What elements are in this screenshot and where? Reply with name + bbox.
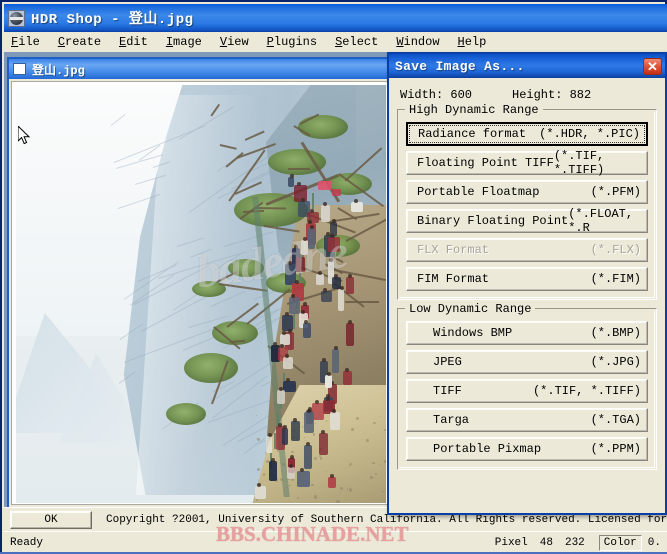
- document-title: 登山.jpg: [32, 63, 85, 78]
- dialog-body: Width: 600 Height: 882 High Dynamic Rang…: [389, 78, 665, 513]
- format-extension: (*.FLX): [590, 243, 641, 257]
- menu-item-create[interactable]: Create: [57, 34, 110, 50]
- image-width-label: Width: 600: [400, 88, 473, 102]
- color-value: 0.: [647, 537, 661, 549]
- menu-bar: File Create Edit Image View Plugins Sele…: [4, 32, 667, 52]
- status-message: Ready: [10, 537, 44, 549]
- menu-item-file[interactable]: File: [10, 34, 49, 50]
- format-name: FLX Format: [417, 243, 490, 257]
- format-button-windows-bmp[interactable]: Windows BMP (*.BMP): [406, 321, 648, 345]
- format-name: Targa: [433, 413, 470, 427]
- format-extension: (*.BMP): [590, 326, 641, 340]
- main-window: HDR Shop - 登山.jpg File Create Edit Image…: [0, 0, 667, 554]
- format-extension: (*.JPG): [590, 355, 641, 369]
- pixel-x-value: 48: [539, 537, 553, 549]
- application-root: HDR Shop - 登山.jpg File Create Edit Image…: [0, 0, 667, 554]
- format-name: Floating Point TIFF: [417, 156, 554, 170]
- color-label: Color: [598, 535, 642, 551]
- image-height-label: Height: 882: [512, 88, 592, 102]
- menu-item-image[interactable]: Image: [165, 34, 211, 50]
- format-extension: (*.TIF, *.TIFF): [532, 384, 641, 398]
- menu-item-view[interactable]: View: [219, 34, 258, 50]
- format-name: Portable Pixmap: [433, 442, 542, 456]
- format-extension: (*.TIF, *.TIFF): [553, 149, 605, 177]
- menu-item-window[interactable]: Window: [395, 34, 448, 50]
- pixel-label: Pixel: [494, 537, 528, 549]
- document-window[interactable]: 登山.jpg badedne: [7, 57, 392, 507]
- format-name: FIM Format: [417, 272, 490, 286]
- copyright-text: Copyright ?2001, University of Southern …: [106, 513, 667, 526]
- format-button-jpeg[interactable]: JPEG (*.JPG): [406, 350, 648, 374]
- format-name: TIFF: [433, 384, 462, 398]
- hdrshop-app-icon: [8, 9, 25, 27]
- format-name: JPEG: [433, 355, 462, 369]
- menu-item-select[interactable]: Select: [334, 34, 387, 50]
- format-extension: (*.FLOAT, *.R: [568, 207, 634, 235]
- menu-item-help[interactable]: Help: [457, 34, 496, 50]
- format-button-portable-pixmap[interactable]: Portable Pixmap (*.PPM): [406, 437, 648, 461]
- menu-item-edit[interactable]: Edit: [118, 34, 157, 50]
- dialog-title: Save Image As...: [395, 58, 525, 74]
- mouse-cursor-icon: [18, 126, 31, 145]
- low-dynamic-range-group: Low Dynamic Range Windows BMP (*.BMP) JP…: [397, 302, 657, 470]
- format-name: Portable Floatmap: [417, 185, 540, 199]
- menu-item-plugins[interactable]: Plugins: [266, 34, 326, 50]
- status-bar: Ready Pixel 48 232 Color 0.: [4, 531, 667, 554]
- high-dynamic-range-group: High Dynamic Range Radiance format (*.HD…: [397, 103, 657, 300]
- format-name: Binary Floating Point: [417, 214, 569, 228]
- ldr-group-label: Low Dynamic Range: [405, 302, 536, 316]
- image-dimensions: Width: 600 Height: 882: [400, 88, 657, 102]
- format-button-portable-floatmap[interactable]: Portable Floatmap (*.PFM): [406, 180, 648, 204]
- format-button-targa[interactable]: Targa (*.TGA): [406, 408, 648, 432]
- hdr-group-label: High Dynamic Range: [405, 103, 543, 117]
- format-extension: (*.PPM): [590, 442, 641, 456]
- document-titlebar: 登山.jpg: [9, 59, 390, 79]
- format-button-flx: FLX Format (*.FLX): [406, 238, 648, 262]
- format-name: Radiance format: [418, 127, 527, 141]
- window-title: HDR Shop - 登山.jpg: [31, 12, 194, 28]
- close-icon[interactable]: ✕: [643, 57, 662, 75]
- ok-button[interactable]: OK: [10, 510, 92, 529]
- format-extension: (*.TGA): [590, 413, 641, 427]
- format-button-radiance[interactable]: Radiance format (*.HDR, *.PIC): [406, 122, 648, 146]
- main-titlebar: HDR Shop - 登山.jpg: [4, 4, 667, 32]
- save-image-as-dialog: Save Image As... ✕ Width: 600 Height: 88…: [387, 52, 667, 515]
- format-extension: (*.PFM): [590, 185, 641, 199]
- photograph: badedne: [16, 85, 386, 503]
- format-extension: (*.FIM): [590, 272, 641, 286]
- format-button-tiff[interactable]: TIFF (*.TIF, *.TIFF): [406, 379, 648, 403]
- pixel-y-value: 232: [564, 537, 585, 549]
- format-button-binary-floating-point[interactable]: Binary Floating Point (*.FLOAT, *.R: [406, 207, 648, 235]
- document-icon: [13, 63, 26, 75]
- status-indicators: Pixel 48 232 Color 0.: [489, 535, 667, 551]
- format-button-floating-point-tiff[interactable]: Floating Point TIFF (*.TIF, *.TIFF): [406, 149, 648, 177]
- format-button-fim[interactable]: FIM Format (*.FIM): [406, 267, 648, 291]
- dialog-titlebar: Save Image As... ✕: [389, 54, 665, 78]
- format-name: Windows BMP: [433, 326, 513, 340]
- image-canvas[interactable]: badedne: [11, 81, 388, 505]
- format-extension: (*.HDR, *.PIC): [539, 127, 640, 141]
